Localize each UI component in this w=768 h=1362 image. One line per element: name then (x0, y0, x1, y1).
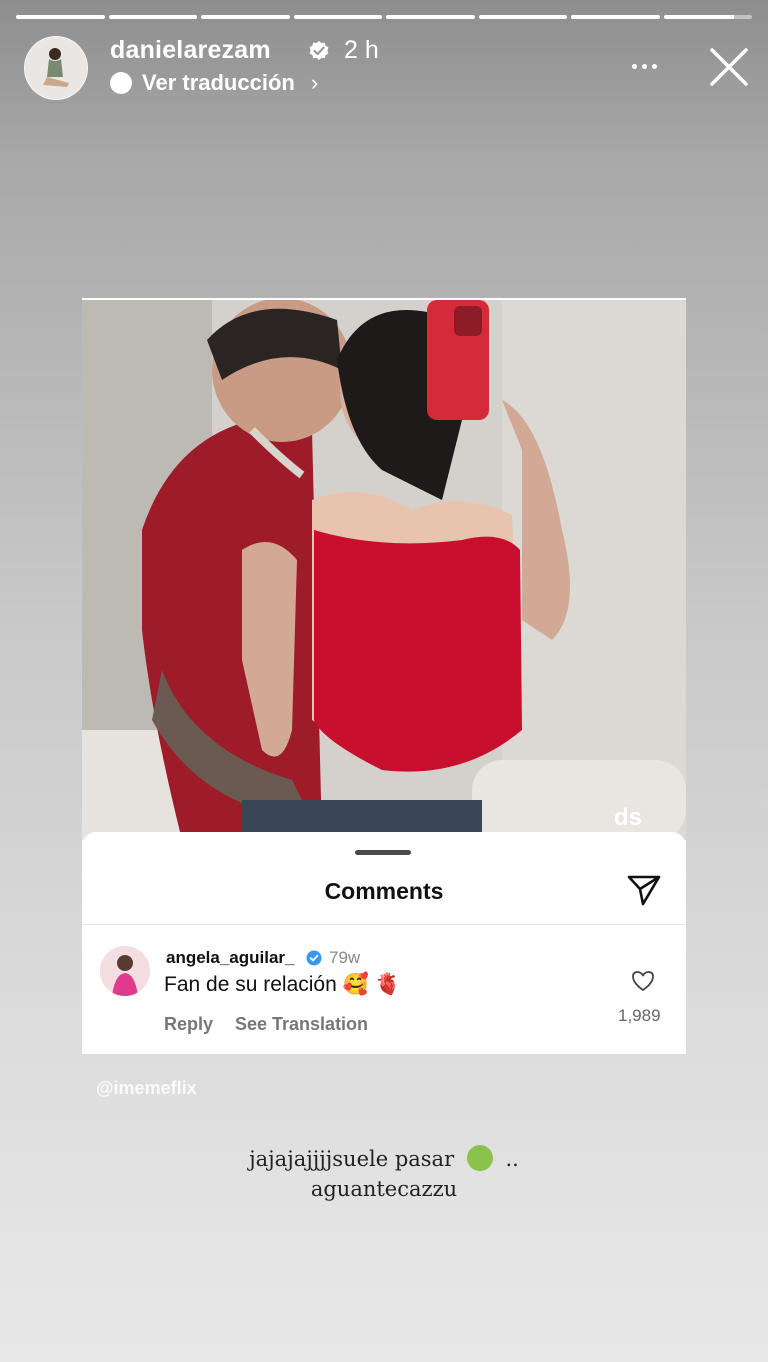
see-translation-button[interactable]: See Translation (235, 1014, 368, 1035)
comment-time: 79w (329, 948, 361, 967)
shared-post-card[interactable]: ds Comments angela_aguilar_ 79w Fan de s… (82, 298, 686, 1054)
progress-fill (478, 15, 567, 19)
verified-badge-icon (309, 41, 329, 60)
photo-watermark: ds (613, 804, 642, 831)
chevron-right-icon: › (310, 70, 319, 95)
nauseated-face-emoji-icon (466, 1145, 493, 1171)
story-caption: jajajajjjjsuele pasar .. aguantecazzu (0, 1144, 768, 1204)
translate-bubble-icon (110, 72, 132, 94)
comments-title: Comments (324, 878, 444, 904)
progress-segment (386, 15, 475, 19)
comments-sheet: Comments angela_aguilar_ 79w Fan de su r… (82, 832, 686, 1054)
story-progress-bar (16, 15, 752, 19)
progress-fill (663, 15, 735, 19)
commenter-username[interactable]: angela_aguilar_ (166, 948, 295, 968)
drag-handle[interactable] (355, 850, 411, 855)
heart-icon[interactable] (630, 968, 656, 994)
story-time-ago: 2 h (344, 36, 379, 64)
more-options-button[interactable] (632, 52, 668, 80)
post-photo: ds (82, 300, 686, 840)
dot-icon (652, 63, 657, 69)
progress-fill (293, 15, 382, 19)
caption-dots: .. (505, 1147, 519, 1171)
send-icon[interactable] (626, 872, 662, 908)
caption-text-line2: aguantecazzu (310, 1177, 458, 1201)
reply-button[interactable]: Reply (164, 1014, 213, 1035)
caption-text: jajajajjjjsuele pasar (249, 1147, 455, 1171)
progress-segment (108, 15, 197, 19)
story-username[interactable]: danielarezam (110, 36, 271, 65)
see-translation-link[interactable]: Ver traducción › (110, 70, 318, 96)
verified-badge-icon (306, 950, 322, 966)
progress-fill (16, 15, 105, 19)
translate-label: Ver traducción (142, 70, 295, 95)
progress-fill (108, 15, 197, 19)
dot-icon (632, 63, 637, 69)
progress-segment (663, 15, 752, 19)
divider (82, 924, 686, 925)
commenter-avatar[interactable] (100, 946, 150, 996)
progress-segment (571, 15, 660, 19)
profile-avatar[interactable] (24, 36, 88, 100)
comment-text: Fan de su relación 🥰 🫀 (164, 973, 401, 996)
like-count: 1,989 (618, 1006, 661, 1025)
progress-fill (386, 15, 475, 19)
progress-fill (201, 15, 290, 19)
close-icon[interactable] (708, 46, 750, 88)
dot-icon (642, 63, 647, 69)
source-watermark: @imemeflix (96, 1078, 197, 1098)
progress-segment (478, 15, 567, 19)
progress-segment (201, 15, 290, 19)
progress-segment (16, 15, 105, 19)
progress-fill (571, 15, 660, 19)
progress-segment (293, 15, 382, 19)
